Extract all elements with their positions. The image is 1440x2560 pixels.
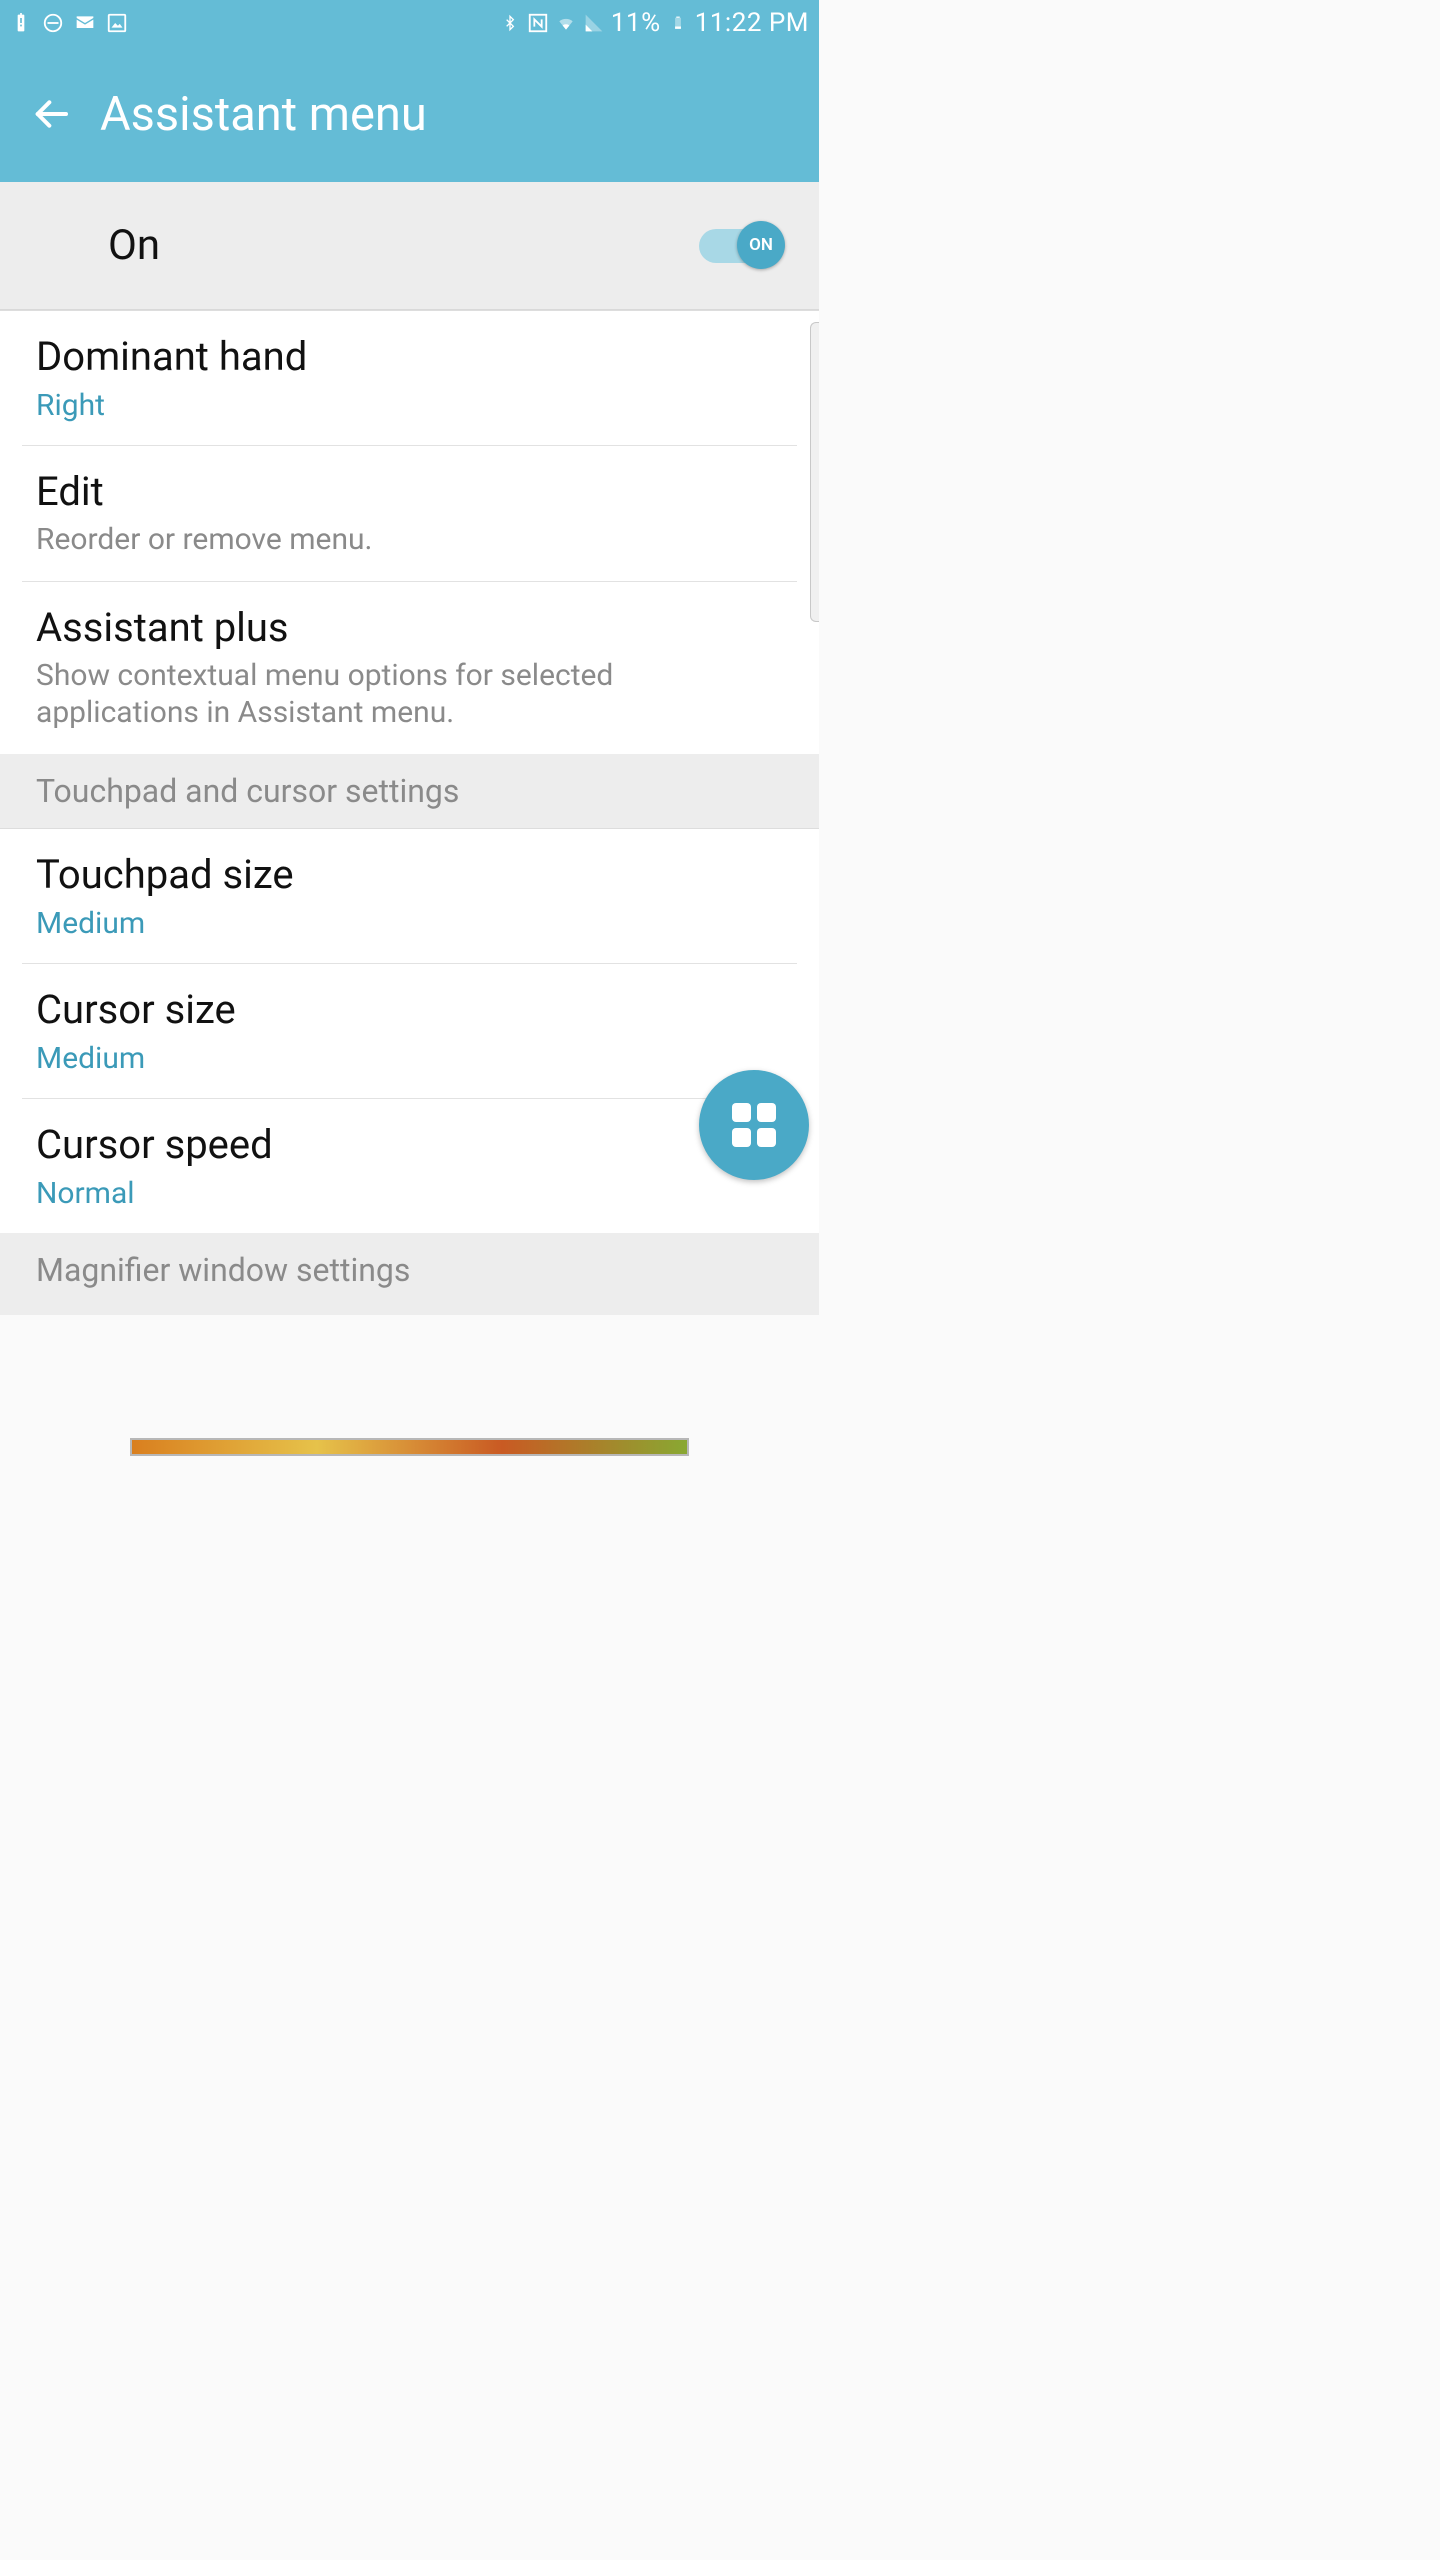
back-button[interactable] — [30, 93, 72, 135]
clock-text: 11:22 PM — [695, 8, 809, 38]
master-toggle-row[interactable]: On ON — [0, 182, 819, 310]
setting-value: Right — [36, 388, 783, 423]
scroll-indicator — [810, 322, 819, 622]
image-icon — [106, 12, 128, 34]
setting-title: Cursor speed — [36, 1121, 783, 1168]
grid-icon — [732, 1103, 776, 1147]
setting-value: Normal — [36, 1176, 783, 1211]
setting-title: Dominant hand — [36, 333, 783, 380]
section-header-magnifier: Magnifier window settings — [0, 1233, 819, 1307]
nfc-icon — [527, 12, 549, 34]
signal-icon — [583, 12, 605, 34]
master-toggle-label: On — [108, 221, 160, 270]
setting-value: Medium — [36, 906, 783, 941]
setting-value: Medium — [36, 1041, 783, 1076]
battery-percent: 11% — [611, 8, 661, 38]
bottom-image-strip — [130, 1438, 689, 1456]
battery-alert-icon — [10, 12, 32, 34]
setting-title: Cursor size — [36, 986, 783, 1033]
app-bar: Assistant menu — [0, 46, 819, 182]
setting-assistant-plus[interactable]: Assistant plus Show contextual menu opti… — [0, 582, 819, 754]
setting-cursor-speed[interactable]: Cursor speed Normal — [0, 1099, 819, 1233]
bluetooth-icon — [499, 12, 521, 34]
setting-dominant-hand[interactable]: Dominant hand Right — [0, 311, 819, 445]
setting-title: Edit — [36, 468, 783, 515]
mail-icon — [74, 12, 96, 34]
wifi-icon — [555, 12, 577, 34]
setting-title: Touchpad size — [36, 851, 783, 898]
setting-title: Assistant plus — [36, 604, 783, 651]
do-not-disturb-icon — [42, 12, 64, 34]
assistant-fab[interactable] — [699, 1070, 809, 1180]
toggle-thumb-text: ON — [737, 221, 785, 269]
page-title: Assistant menu — [100, 87, 427, 142]
setting-edit[interactable]: Edit Reorder or remove menu. — [0, 446, 819, 581]
setting-cursor-size[interactable]: Cursor size Medium — [0, 964, 819, 1098]
section-header-touchpad: Touchpad and cursor settings — [0, 754, 819, 828]
setting-subtitle: Reorder or remove menu. — [36, 521, 783, 559]
status-bar: 11% 11:22 PM — [0, 0, 819, 46]
battery-icon — [667, 12, 689, 34]
setting-touchpad-size[interactable]: Touchpad size Medium — [0, 829, 819, 963]
master-toggle-switch[interactable]: ON — [699, 229, 781, 263]
setting-subtitle: Show contextual menu options for selecte… — [36, 657, 783, 732]
